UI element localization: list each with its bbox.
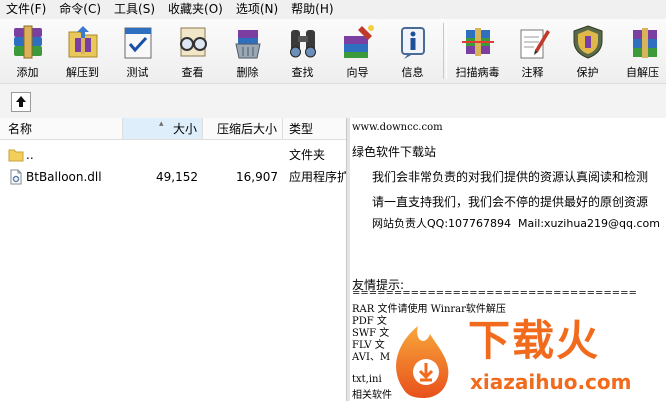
sort-ascending-icon: ▴ (159, 119, 164, 129)
table-row[interactable]: .. 文件夹 (0, 144, 346, 166)
scan-virus-button[interactable]: 扫描病毒 (450, 19, 505, 81)
sfx-button[interactable]: 自解压 (615, 19, 666, 81)
menu-favorites[interactable]: 收藏夹(O) (162, 0, 230, 19)
wizard-label: 向导 (346, 66, 369, 79)
scan-virus-label: 扫描病毒 (455, 66, 500, 79)
file-size (123, 144, 198, 166)
scan-virus-icon (458, 22, 498, 62)
comment-url: www.downcc.com (352, 122, 443, 133)
view-glasses-icon (173, 22, 213, 62)
test-button[interactable]: 测试 (110, 19, 165, 81)
up-folder-button[interactable] (11, 92, 31, 112)
toolbar: 添加 解压到 测试 查看 删除 查找 向导 信息 扫描病毒 注释 保护 自解压 (0, 19, 666, 83)
delete-label: 删除 (236, 66, 259, 79)
comment-button[interactable]: 注释 (505, 19, 560, 81)
menu-help[interactable]: 帮助(H) (285, 0, 340, 19)
comment-line-2: 请一直支持我们，我们会不停的提供最好的原创资源 (372, 195, 649, 209)
menu-bar: 文件(F) 命令(C) 工具(S) 收藏夹(O) 选项(N) 帮助(H) (0, 0, 666, 19)
file-size: 49,152 (156, 170, 198, 184)
file-list: 名称 ▴ 大小 压缩后大小 类型 .. 文件夹 BtBalloon.dll 49… (0, 118, 346, 401)
file-packed-size: 16,907 (236, 170, 278, 184)
find-button[interactable]: 查找 (275, 19, 330, 81)
file-name: BtBalloon.dll (26, 170, 102, 184)
protect-button[interactable]: 保护 (560, 19, 615, 81)
delete-bin-icon (228, 22, 268, 62)
info-button[interactable]: 信息 (385, 19, 440, 81)
test-label: 测试 (126, 66, 149, 79)
info-label: 信息 (401, 66, 424, 79)
add-label: 添加 (16, 66, 39, 79)
column-packed-label: 压缩后大小 (216, 122, 277, 136)
column-header-type[interactable]: 类型 (283, 118, 346, 140)
table-row[interactable]: BtBalloon.dll 49,152 16,907 应用程序扩展 (0, 166, 346, 188)
file-packed-size (203, 144, 278, 166)
menu-file[interactable]: 文件(F) (0, 0, 53, 19)
column-header-name[interactable]: 名称 (0, 118, 123, 140)
comment-tip-5: AVI、M (352, 352, 391, 363)
column-size-label: 大小 (172, 122, 197, 136)
menu-commands[interactable]: 命令(C) (53, 0, 108, 19)
wizard-icon (338, 22, 378, 62)
toolbar-separator (443, 23, 447, 79)
up-arrow-icon (16, 96, 26, 107)
comment-label: 注释 (521, 66, 544, 79)
folder-icon (8, 147, 24, 163)
comment-line-1: 我们会非常负责的对我们提供的资源认真阅读和检测 (372, 170, 649, 184)
menu-tools[interactable]: 工具(S) (108, 0, 162, 19)
add-archive-icon (8, 22, 48, 62)
add-button[interactable]: 添加 (0, 19, 55, 81)
test-check-icon (118, 22, 158, 62)
extract-folder-icon (63, 22, 103, 62)
watermark-brand: 下载火 (468, 316, 601, 365)
menu-options[interactable]: 选项(N) (230, 0, 285, 19)
column-type-label: 类型 (289, 122, 314, 136)
view-label: 查看 (181, 66, 204, 79)
extract-label: 解压到 (66, 66, 99, 79)
protect-label: 保护 (576, 66, 599, 79)
view-button[interactable]: 查看 (165, 19, 220, 81)
info-icon (393, 22, 433, 62)
column-name-label: 名称 (8, 122, 33, 136)
file-name: .. (26, 148, 34, 162)
comment-pen-icon (513, 22, 553, 62)
protect-shield-icon (568, 22, 608, 62)
file-type: 应用程序扩展 (289, 170, 346, 184)
comment-tip-6: txt,ini (352, 374, 382, 385)
column-header-packed[interactable]: 压缩后大小 (203, 118, 283, 140)
find-binoculars-icon (283, 22, 323, 62)
address-bar (0, 83, 666, 119)
sfx-archive-icon (623, 22, 663, 62)
comment-tip-7: 相关软件 (352, 390, 392, 401)
comment-divider: ================================== (352, 288, 637, 299)
sfx-label: 自解压 (626, 66, 659, 79)
comment-line-3: 网站负责人QQ:107767894 Mail:xuzihua219@qq.com (372, 217, 660, 230)
watermark-logo: 下载火 xiazaihuo.com (392, 310, 664, 401)
wizard-button[interactable]: 向导 (330, 19, 385, 81)
file-type: 文件夹 (289, 148, 326, 162)
column-header-size[interactable]: ▴ 大小 (123, 118, 203, 140)
dll-file-icon (8, 169, 24, 185)
delete-button[interactable]: 删除 (220, 19, 275, 81)
extract-button[interactable]: 解压到 (55, 19, 110, 81)
find-label: 查找 (291, 66, 314, 79)
watermark-domain: xiazaihuo.com (470, 370, 632, 394)
comment-site-name: 绿色软件下载站 (352, 145, 437, 159)
